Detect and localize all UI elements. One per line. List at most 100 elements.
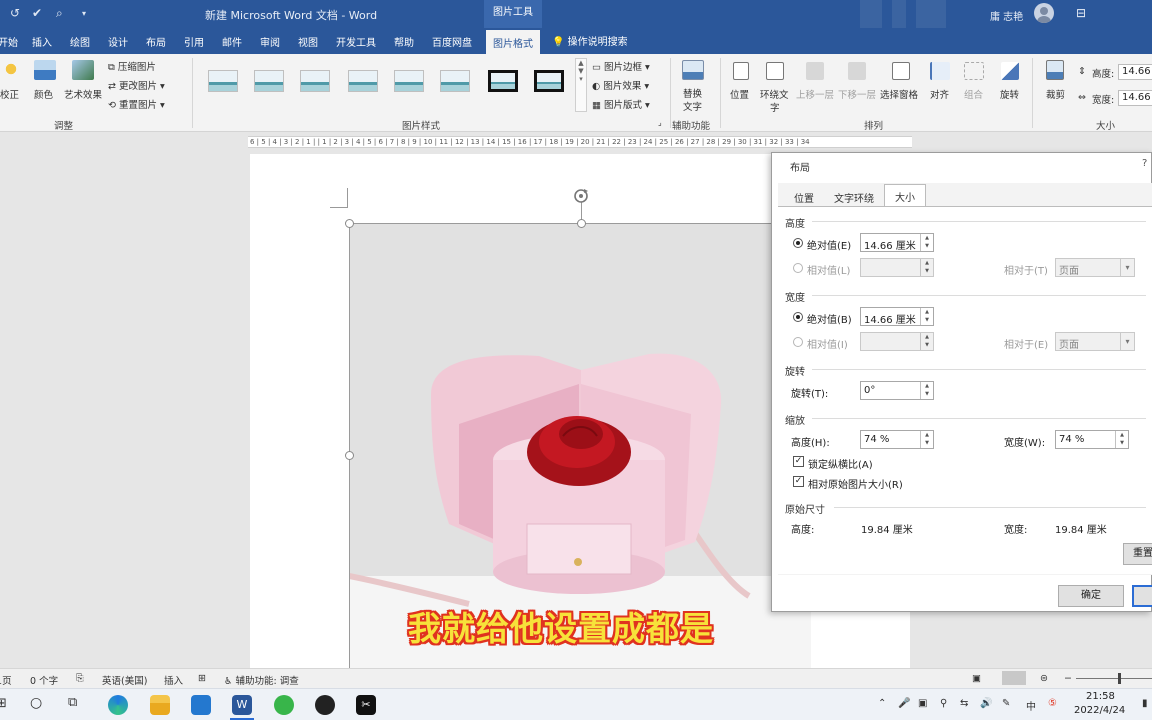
width-relative-to-select[interactable]: 页面 ▾ — [1055, 332, 1135, 351]
cancel-button[interactable] — [1132, 585, 1152, 607]
spinner-arrows-icon[interactable]: ▲ ▼ — [920, 333, 933, 350]
spinner-arrows-icon[interactable]: ▲ ▼ — [920, 259, 933, 276]
reset-button[interactable]: 重置 — [1123, 543, 1152, 565]
wrap-text-icon[interactable] — [766, 62, 784, 80]
screen-capture-icon[interactable]: ▣ — [918, 698, 927, 709]
pen-icon[interactable]: ✎ — [1002, 698, 1010, 709]
tab-view[interactable]: 视图 — [298, 34, 318, 49]
network-icon[interactable]: ⚲ — [940, 698, 947, 709]
tab-developer[interactable]: 开发工具 — [336, 34, 376, 49]
tab-picture-format[interactable]: 图片格式 — [486, 30, 540, 54]
tab-position[interactable]: 位置 — [784, 186, 824, 206]
autosave-icon[interactable]: ↺ — [10, 6, 20, 20]
crop-button[interactable]: 裁剪 — [1046, 87, 1065, 101]
language-indicator[interactable]: 英语(美国) — [102, 673, 147, 687]
picture-border-button[interactable]: ▭ 图片边框 ▾ — [592, 59, 650, 73]
bring-forward-button[interactable]: 上移一层 — [796, 87, 834, 101]
picture-style-3[interactable] — [300, 70, 330, 92]
rotate-button[interactable]: 旋转 — [1000, 87, 1019, 101]
zoom-out-icon[interactable]: − — [1064, 673, 1072, 684]
picture-style-4[interactable] — [348, 70, 378, 92]
tab-references[interactable]: 引用 — [184, 34, 204, 49]
zoom-slider-thumb[interactable] — [1118, 673, 1121, 684]
volume-icon[interactable]: 🔊 — [980, 698, 992, 709]
tab-help[interactable]: 帮助 — [394, 34, 414, 49]
spinner-arrows-icon[interactable]: ▲ ▼ — [920, 382, 933, 399]
tab-insert[interactable]: 插入 — [32, 34, 52, 49]
picture-style-8[interactable] — [534, 70, 564, 92]
tab-home[interactable]: 开始 — [0, 34, 18, 49]
rotate-handle-icon[interactable] — [572, 187, 590, 205]
picture-layout-button[interactable]: ▦ 图片版式 ▾ — [592, 97, 650, 111]
word-count[interactable]: 0 个字 — [30, 673, 58, 687]
width-absolute-radio[interactable] — [793, 312, 803, 322]
tab-draw[interactable]: 绘图 — [70, 34, 90, 49]
horizontal-ruler[interactable]: 6 | 5 | 4 | 3 | 2 | 1 | | 1 | 2 | 3 | 4 … — [248, 136, 912, 148]
picture-effects-button[interactable]: ◐ 图片效果 ▾ — [592, 78, 649, 92]
lock-aspect-checkbox[interactable]: ✓ — [793, 456, 804, 467]
browser-green-icon[interactable] — [274, 695, 294, 715]
color-icon[interactable] — [34, 60, 56, 80]
macro-icon[interactable]: ⊞ — [198, 673, 206, 684]
rotation-input[interactable]: 0° ▲ ▼ — [860, 381, 934, 400]
alt-text-icon[interactable] — [682, 60, 704, 80]
artistic-effects-icon[interactable] — [72, 60, 94, 80]
picture-style-7[interactable] — [488, 70, 518, 92]
rotate-icon[interactable] — [1001, 62, 1019, 80]
accessibility-status[interactable]: ♿ 辅助功能: 调查 — [224, 673, 299, 687]
width-relative-input[interactable]: ▲ ▼ — [860, 332, 934, 351]
web-layout-icon[interactable]: ⊜ — [1040, 673, 1048, 684]
save-icon[interactable]: ✔ — [32, 6, 42, 20]
search-icon[interactable]: ○ — [30, 695, 42, 711]
align-button[interactable]: 对齐 — [930, 87, 949, 101]
file-explorer-icon[interactable] — [150, 695, 170, 715]
chevron-up-icon[interactable]: ▲ — [576, 59, 586, 67]
reset-picture-button[interactable]: ⟲ 重置图片 ▾ — [108, 97, 165, 111]
zoom-slider[interactable] — [1076, 678, 1152, 679]
height-absolute-radio[interactable] — [793, 238, 803, 248]
customize-toolbar-icon[interactable]: ▾ — [82, 9, 86, 18]
spinner-arrows-icon[interactable]: ▲ ▼ — [920, 234, 933, 251]
compress-pictures-button[interactable]: ⧉ 压缩图片 — [108, 59, 156, 73]
picture-style-5[interactable] — [394, 70, 424, 92]
user-name[interactable]: 庸 志艳 — [990, 8, 1023, 23]
width-relative-radio[interactable] — [793, 337, 803, 347]
style-gallery-scrollbar[interactable]: ▲ ▼ ▾ — [575, 58, 587, 112]
crop-icon[interactable] — [1046, 60, 1064, 80]
tab-size[interactable]: 大小 — [884, 184, 926, 207]
ime-indicator[interactable]: 中 — [1026, 698, 1036, 713]
selection-pane-button[interactable]: 选择窗格 — [880, 87, 918, 101]
picture-style-6[interactable] — [440, 70, 470, 92]
spinner-arrows-icon[interactable]: ▲ ▼ — [920, 431, 933, 448]
start-icon[interactable]: ⊞ — [0, 696, 7, 711]
chevron-down-icon[interactable]: ▾ — [1120, 333, 1134, 350]
width-ribbon-input[interactable]: 14.66 — [1118, 90, 1152, 106]
insert-mode[interactable]: 插入 — [164, 673, 183, 687]
obs-icon[interactable] — [315, 695, 335, 715]
artistic-effects-button[interactable]: 艺术效果 — [64, 87, 102, 101]
send-backward-button[interactable]: 下移一层 — [838, 87, 876, 101]
tab-layout[interactable]: 布局 — [146, 34, 166, 49]
color-button[interactable]: 颜色 — [34, 87, 53, 101]
wrap-text-button-line1[interactable]: 环绕文 — [760, 87, 789, 101]
dialog-launcher-icon[interactable]: ⌟ — [658, 118, 662, 127]
ribbon-display-options-icon[interactable]: ⊟ — [1076, 6, 1086, 20]
task-view-icon[interactable]: ⧉ — [68, 695, 77, 710]
height-relative-radio[interactable] — [793, 263, 803, 273]
clock-time[interactable]: 21:58 — [1086, 691, 1115, 702]
chevron-down-icon[interactable]: ▾ — [1120, 259, 1134, 276]
tab-baidu-netdisk[interactable]: 百度网盘 — [432, 34, 472, 49]
page-count[interactable]: 第1页，共1页 — [0, 673, 12, 687]
tab-review[interactable]: 审阅 — [260, 34, 280, 49]
alt-text-button-line2[interactable]: 文字 — [683, 99, 702, 113]
print-preview-icon[interactable]: ⌕ — [56, 6, 63, 21]
sync-icon[interactable]: ⇆ — [960, 698, 968, 709]
chevron-down-icon[interactable]: ▼ — [576, 67, 586, 75]
alt-text-button-line1[interactable]: 替换 — [683, 86, 702, 100]
group-icon[interactable] — [964, 62, 984, 80]
position-icon[interactable] — [733, 62, 749, 80]
edge-icon[interactable] — [108, 695, 128, 715]
tab-mailings[interactable]: 邮件 — [222, 34, 242, 49]
resize-handle-top[interactable] — [577, 219, 586, 228]
picture-style-1[interactable] — [208, 70, 238, 92]
